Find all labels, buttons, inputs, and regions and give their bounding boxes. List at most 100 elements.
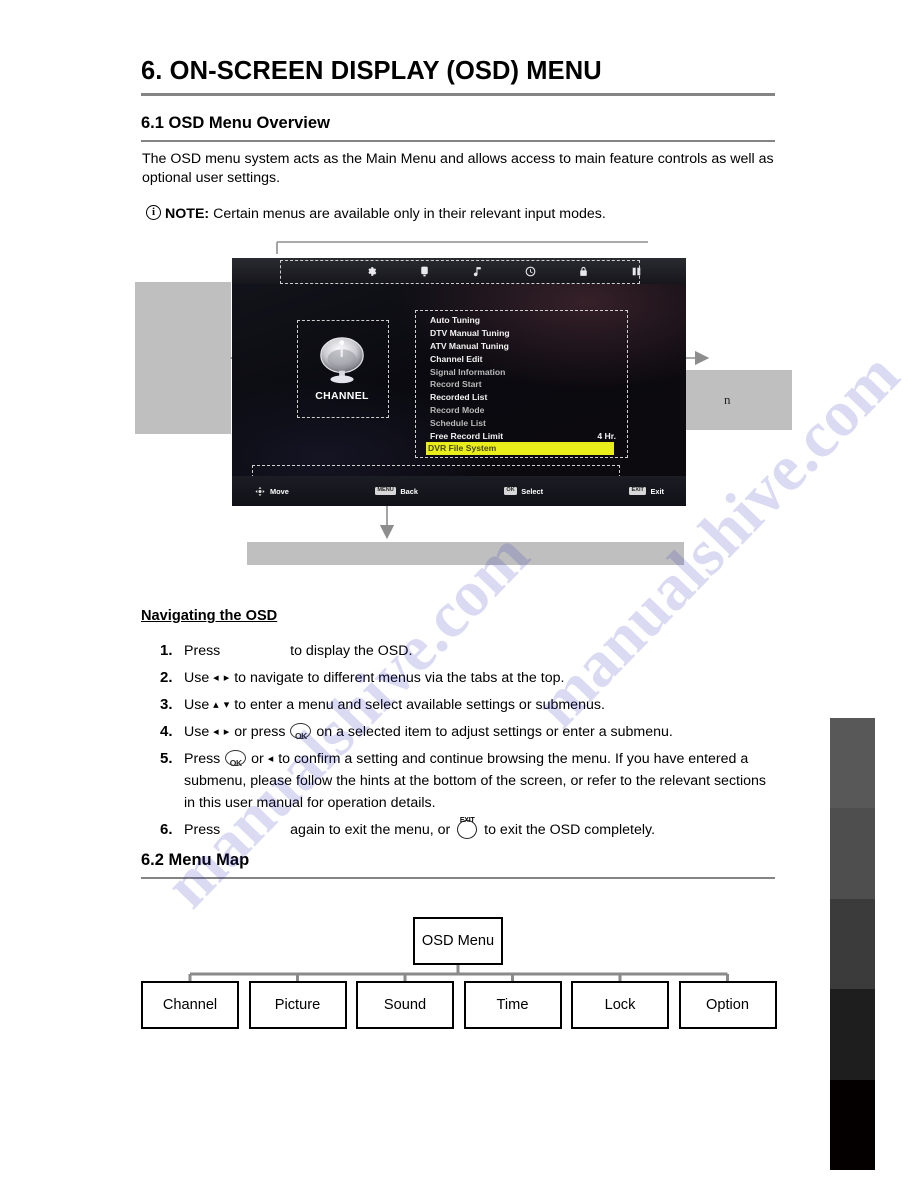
osd-menu-item-value: 4 Hr.: [597, 430, 616, 441]
osd-menu-item-label: Record Mode: [430, 404, 485, 415]
osd-menu-item-label: Auto Tuning: [430, 315, 480, 326]
ok-button-icon: [225, 750, 247, 774]
note-label: NOTE:: [165, 206, 210, 222]
divider: [141, 93, 775, 96]
map-node-sound: Sound: [356, 981, 454, 1029]
navigation-step: 4. Use ◂ ▸ or press on a selected item to…: [160, 721, 780, 747]
map-node-option: Option: [678, 981, 777, 1029]
hint-key: MENU: [374, 487, 397, 495]
step-text-fragment: on a selected item to adjust settings or…: [312, 724, 673, 740]
osd-menu-item-label: ATV Manual Tuning: [430, 340, 509, 351]
edge-strip-segment: [830, 808, 875, 899]
osd-menu-item-label: Free Record Limit: [430, 430, 504, 441]
step-text-fragment: Use: [184, 724, 214, 740]
navigation-step: 3. Use ▴ ▾ to enter a menu and select ava…: [160, 694, 780, 716]
divider: [141, 877, 775, 879]
satellite-dish-icon: [320, 337, 364, 384]
highlight-box-tabbar: [280, 260, 640, 284]
ok-button-icon: [290, 723, 312, 747]
osd-hint-bar: Move MENU Back OK Select EXIT Exit: [232, 476, 686, 506]
osd-menu-item-label: Channel Edit: [430, 353, 483, 364]
step-text: Press or ◂ to confirm a setting and cont…: [184, 748, 780, 814]
step-number: 5.: [160, 750, 173, 767]
edge-strip-segment: [830, 718, 875, 809]
navigation-step: 1. Press to display the OSD.: [160, 640, 780, 662]
step-text-fragment: to display the OSD.: [286, 643, 413, 659]
navigation-step: 2. Use ◂ ▸ to navigate to different menus…: [160, 667, 780, 689]
osd-menu-item[interactable]: DTV Manual Tuning: [428, 327, 620, 340]
step-text-fragment: or press: [230, 724, 290, 740]
step-number: 6.: [160, 821, 173, 838]
section-heading-menu-map: 6.2 Menu Map: [141, 851, 250, 869]
arrow-keys-icon: ▴ ▾: [213, 699, 231, 711]
hint-label: Exit: [650, 486, 664, 496]
info-circle-icon: [146, 203, 161, 222]
page-title: 6. ON-SCREEN DISPLAY (OSD) MENU: [141, 57, 602, 85]
osd-menu-item-label: Recorded List: [430, 392, 488, 403]
section-heading-osd-overview: 6.1 OSD Menu Overview: [141, 114, 330, 132]
step-text: Press again to exit the menu, or EXIT to…: [184, 817, 780, 841]
step-text-fragment: Press: [184, 822, 225, 838]
step-text-fragment: to exit the OSD completely.: [480, 822, 656, 838]
step-text-fragment: to navigate to different menus via the t…: [230, 670, 565, 686]
navigation-step: 5. Press or ◂ to confirm a setting and co…: [160, 748, 780, 814]
hint-exit: EXIT Exit: [629, 487, 664, 496]
page-edge-gradient-strip: [830, 718, 875, 1170]
subheading-navigating-the-osd: Navigating the OSD: [141, 608, 278, 624]
tv-osd-screenshot: CHANNEL Auto Tuning DTV Manual Tuning ATV …: [232, 258, 686, 506]
step-text-fragment: Use: [184, 670, 214, 686]
exit-button-icon: EXIT: [456, 817, 478, 839]
osd-menu-item[interactable]: ATV Manual Tuning: [428, 340, 620, 353]
edge-strip-segment: [830, 898, 875, 990]
map-node-channel: Channel: [141, 981, 239, 1029]
menu-map-diagram: OSD Menu Channel Picture Sound Time Lock Opti…: [0, 900, 918, 1040]
osd-menu-item[interactable]: Auto Tuning: [428, 314, 620, 327]
step-number: 3.: [160, 696, 173, 713]
osd-menu-item-label: Schedule List: [430, 417, 486, 428]
step-text-fragment: to enter a menu and select available set…: [230, 697, 605, 713]
osd-menu-item[interactable]: Record Start: [428, 378, 620, 391]
osd-menu-item-label: Signal Information: [430, 366, 506, 377]
hint-select: OK Select: [503, 486, 544, 496]
divider: [141, 140, 775, 142]
osd-menu-item[interactable]: Recorded List: [428, 391, 620, 404]
arrow-keys-icon: ◂ ▸: [213, 672, 231, 684]
osd-menu-list: Auto Tuning DTV Manual Tuning ATV Manual T…: [426, 314, 620, 455]
osd-menu-item[interactable]: Channel Edit: [428, 352, 620, 365]
step-text-fragment: Use: [184, 697, 214, 713]
hint-move: Move: [254, 486, 289, 497]
note-callout: NOTE: Certain menus are available only i…: [146, 203, 606, 224]
osd-menu-item[interactable]: Schedule List: [428, 416, 620, 429]
navigation-step: 6. Press again to exit the menu, or EXIT …: [160, 817, 780, 841]
step-text-fragment: or: [247, 751, 268, 767]
osd-menu-item-label: Record Start: [430, 379, 482, 390]
step-text: Press to display the OSD.: [184, 640, 780, 662]
hint-back: MENU Back: [374, 486, 418, 496]
step-text-fragment: Press: [184, 751, 225, 767]
osd-menu-item-label: DVR File System: [428, 443, 497, 454]
map-node-picture: Picture: [248, 981, 347, 1029]
step-number: 4.: [160, 723, 173, 740]
osd-figure: n CHANNEL Auto Tuning DTV Manual Tuning …: [0, 230, 918, 575]
osd-menu-item[interactable]: Record Mode: [428, 404, 620, 417]
osd-panel-channel: CHANNEL: [297, 320, 387, 416]
hint-label: Select: [521, 486, 544, 496]
osd-menu-item-label: DTV Manual Tuning: [430, 328, 510, 339]
dpad-icon: [255, 486, 265, 496]
hint-label: Move: [270, 486, 289, 496]
osd-menu-item[interactable]: Free Record Limit 4 Hr.: [428, 429, 620, 442]
osd-panel-label: CHANNEL: [315, 390, 369, 402]
step-text-fragment: Press: [184, 643, 225, 659]
step-text: Use ▴ ▾ to enter a menu and select avail…: [184, 694, 780, 716]
edge-strip-segment: [830, 989, 875, 1080]
osd-menu-item[interactable]: Signal Information: [428, 365, 620, 378]
step-text: Use ◂ ▸ to navigate to different menus v…: [184, 667, 780, 689]
note-text: Certain menus are available only in thei…: [213, 206, 606, 222]
hint-key: EXIT: [629, 487, 647, 495]
hint-label: Back: [400, 486, 418, 496]
step-number: 2.: [160, 669, 173, 686]
step-text: Use ◂ ▸ or press on a selected item to a…: [184, 721, 780, 747]
step-number: 1.: [160, 642, 173, 659]
exit-button-ring: [457, 820, 478, 839]
osd-menu-item[interactable]: DVR File System: [426, 441, 614, 455]
